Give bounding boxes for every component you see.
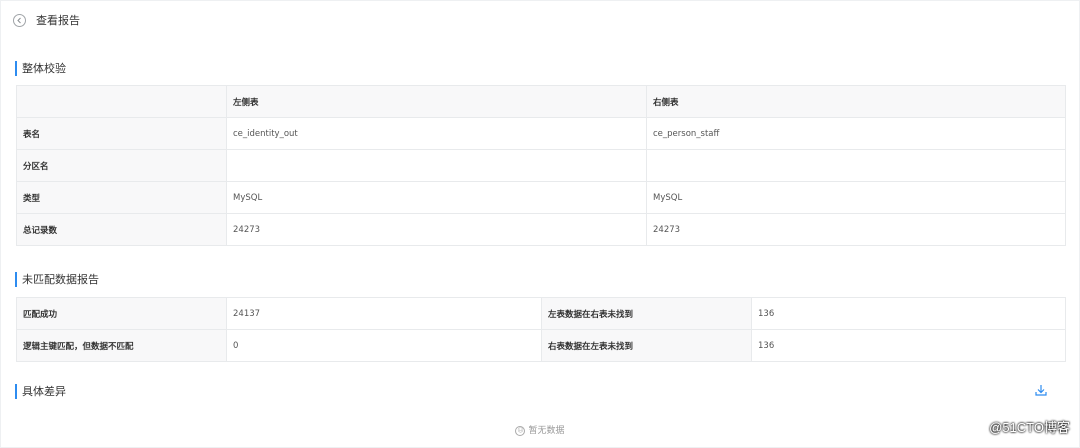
row-value: 24137: [226, 297, 542, 330]
table-header-cell: 右侧表: [646, 85, 1066, 118]
table-row: 逻辑主键匹配，但数据不匹配 0 右表数据在左表未找到 136: [16, 329, 1066, 362]
row-label: 分区名: [16, 149, 227, 182]
empty-icon: ☹: [515, 425, 526, 436]
section-title-unmatched: 未匹配数据报告: [15, 272, 99, 287]
row-value: 136: [751, 329, 1066, 362]
table-row: 表名 ce_identity_out ce_person_staff: [16, 117, 1066, 150]
section-title-diff: 具体差异: [15, 384, 66, 399]
row-label: 表名: [16, 117, 227, 150]
overall-table: 左侧表 右侧表 表名 ce_identity_out ce_person_sta…: [16, 85, 1066, 246]
left-value: 24273: [226, 213, 647, 246]
right-value: [646, 149, 1066, 182]
row-label: 左表数据在右表未找到: [541, 297, 752, 330]
row-value: 136: [751, 297, 1066, 330]
row-label: 右表数据在左表未找到: [541, 329, 752, 362]
download-icon[interactable]: [1034, 383, 1048, 397]
section-title-overall: 整体校验: [15, 61, 66, 76]
right-value: ce_person_staff: [646, 117, 1066, 150]
empty-text: 暂无数据: [528, 426, 565, 436]
back-button[interactable]: [13, 13, 26, 27]
right-value: 24273: [646, 213, 1066, 246]
row-label: 总记录数: [16, 213, 227, 246]
watermark: @51CTO博客: [989, 420, 1070, 435]
page-header: 查看报告: [13, 11, 80, 29]
empty-state: ☹ 暂无数据: [0, 423, 1080, 436]
row-label: 匹配成功: [16, 297, 227, 330]
left-value: MySQL: [226, 181, 647, 214]
chevron-left-icon: [17, 17, 21, 23]
row-label: 类型: [16, 181, 227, 214]
page-title: 查看报告: [36, 14, 80, 27]
table-header-cell: [16, 85, 227, 118]
row-value: 0: [226, 329, 542, 362]
table-row: 分区名: [16, 149, 1066, 182]
table-row: 匹配成功 24137 左表数据在右表未找到 136: [16, 297, 1066, 330]
table-row: 总记录数 24273 24273: [16, 213, 1066, 246]
right-value: MySQL: [646, 181, 1066, 214]
unmatched-table: 匹配成功 24137 左表数据在右表未找到 136 逻辑主键匹配，但数据不匹配 …: [16, 297, 1066, 362]
row-label: 逻辑主键匹配，但数据不匹配: [16, 329, 227, 362]
table-header-cell: 左侧表: [226, 85, 647, 118]
table-row: 类型 MySQL MySQL: [16, 181, 1066, 214]
left-value: ce_identity_out: [226, 117, 647, 150]
table-header-row: 左侧表 右侧表: [16, 85, 1066, 118]
left-value: [226, 149, 647, 182]
